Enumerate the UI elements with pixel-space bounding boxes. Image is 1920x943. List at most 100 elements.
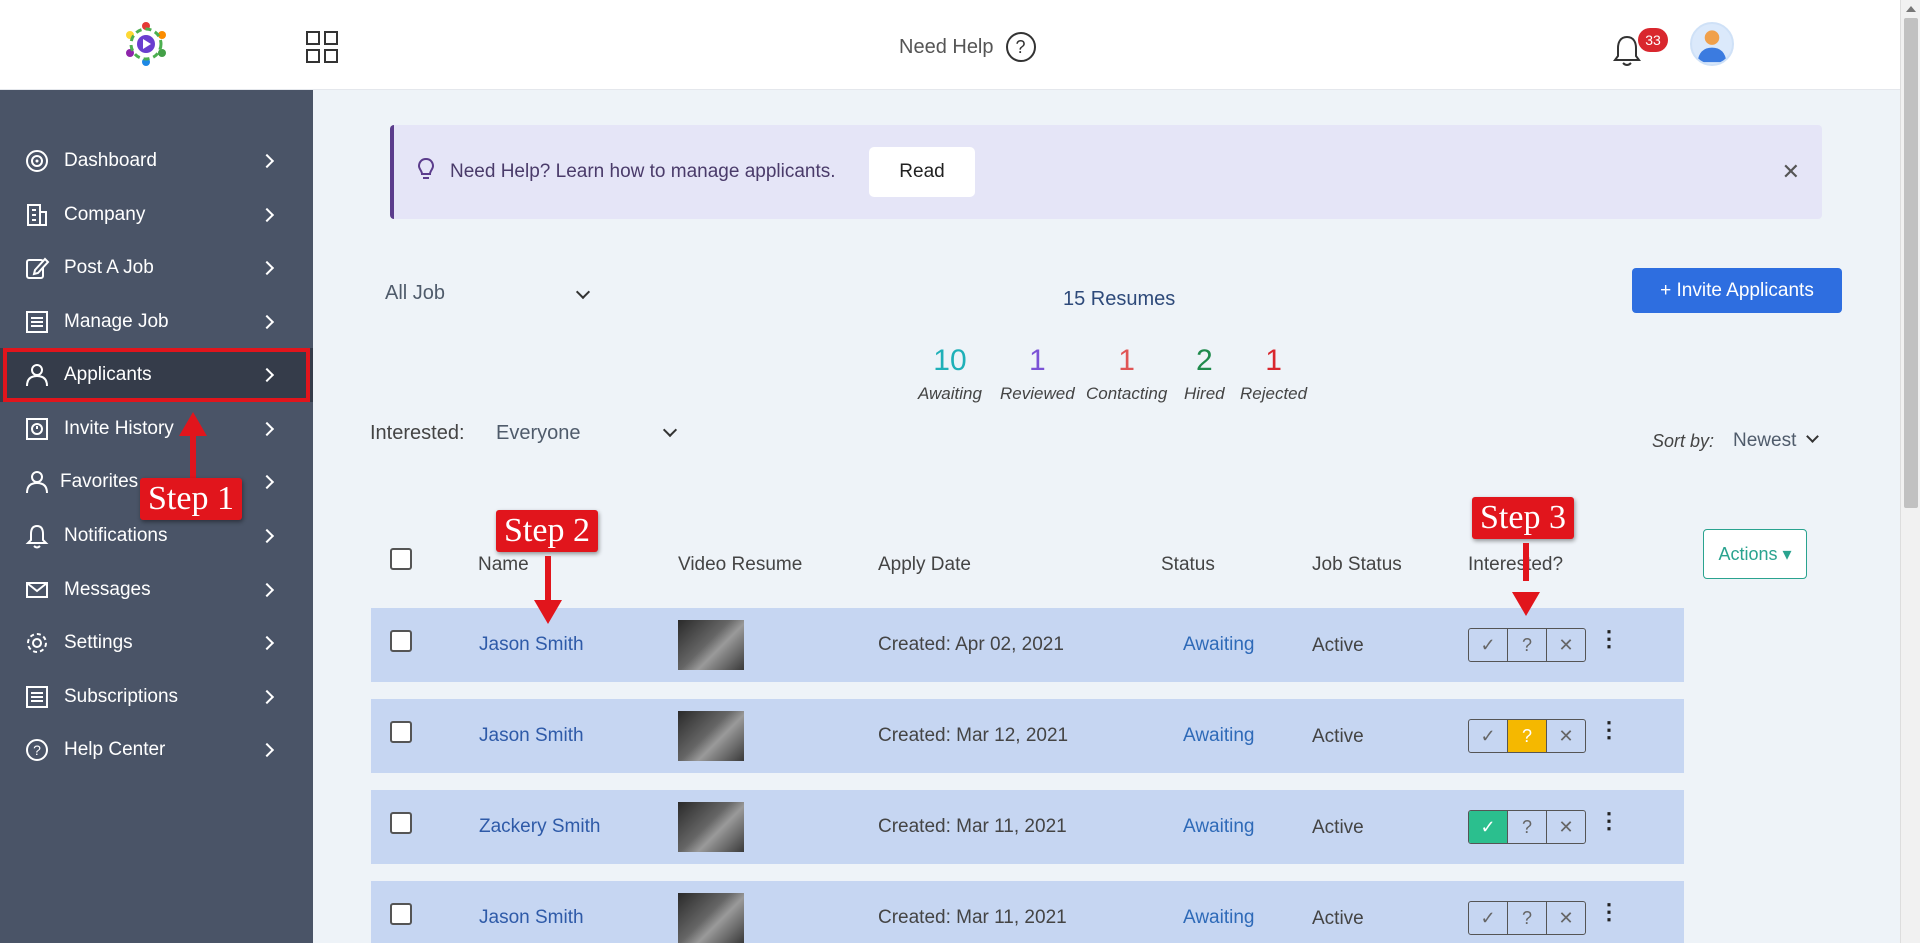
stat-number: 2 — [1195, 344, 1213, 377]
sidebar-item-company[interactable]: Company — [0, 188, 313, 242]
scroll-up-arrow-icon[interactable] — [1906, 6, 1916, 12]
sidebar-item-invite-history[interactable]: Invite History — [0, 402, 313, 456]
sidebar-item-label: Notifications — [64, 525, 168, 546]
row-checkbox[interactable] — [390, 812, 412, 834]
stat-hired[interactable]: 2 Hired — [1184, 344, 1225, 404]
svg-text:?: ? — [33, 742, 41, 758]
row-checkbox[interactable] — [390, 630, 412, 652]
sidebar-item-label: Invite History — [64, 418, 174, 439]
page-scrollbar[interactable] — [1900, 0, 1920, 943]
close-icon[interactable]: ✕ — [1782, 159, 1800, 185]
logo-icon[interactable] — [122, 20, 170, 68]
check-icon[interactable]: ✓ — [1469, 720, 1508, 752]
actions-dropdown-button[interactable]: Actions ▾ — [1703, 529, 1807, 579]
video-resume-thumbnail[interactable] — [678, 711, 744, 761]
apps-grid-icon[interactable] — [306, 31, 338, 63]
table-row[interactable]: Jason Smith Created: Mar 11, 2021 Awaiti… — [371, 881, 1684, 943]
mail-icon — [26, 582, 48, 598]
video-resume-thumbnail[interactable] — [678, 893, 744, 943]
dashboard-icon — [26, 150, 48, 172]
row-checkbox[interactable] — [390, 721, 412, 743]
invite-applicants-button[interactable]: + Invite Applicants — [1632, 268, 1842, 313]
column-header-status[interactable]: Status — [1161, 554, 1215, 576]
chevron-right-icon — [259, 582, 275, 598]
chevron-right-icon — [259, 207, 275, 223]
sidebar-item-subscriptions[interactable]: Subscriptions — [0, 670, 313, 724]
table-row[interactable]: Zackery Smith Created: Mar 11, 2021 Awai… — [371, 790, 1684, 864]
job-status-text: Active — [1312, 726, 1364, 747]
apply-date: Created: Mar 11, 2021 — [878, 816, 1067, 837]
check-icon[interactable]: ✓ — [1469, 902, 1508, 934]
sidebar-item-post-a-job[interactable]: Post A Job — [0, 241, 313, 295]
chevron-right-icon — [259, 635, 275, 651]
x-icon[interactable]: ✕ — [1547, 629, 1585, 661]
column-header-date[interactable]: Apply Date — [878, 554, 971, 576]
chevron-right-icon — [259, 260, 275, 276]
sort-select[interactable]: Newest — [1733, 430, 1796, 452]
video-resume-thumbnail[interactable] — [678, 802, 744, 852]
step2-label: Step 2 — [496, 510, 598, 552]
sidebar-item-settings[interactable]: Settings — [0, 616, 313, 670]
more-options-icon[interactable]: ⋮ — [1598, 626, 1620, 652]
applicant-name-link[interactable]: Jason Smith — [479, 725, 584, 747]
sidebar-item-help-center[interactable]: ? Help Center — [0, 723, 313, 777]
column-header-name[interactable]: Name — [478, 554, 529, 576]
sidebar-item-manage-job[interactable]: Manage Job — [0, 295, 313, 349]
scrollbar-thumb[interactable] — [1904, 18, 1918, 508]
read-button[interactable]: Read — [869, 147, 975, 197]
chevron-right-icon — [259, 742, 275, 758]
x-icon[interactable]: ✕ — [1547, 902, 1585, 934]
stat-label: Contacting — [1086, 384, 1168, 403]
edit-icon — [26, 257, 50, 279]
status-text: Awaiting — [1183, 634, 1255, 655]
more-options-icon[interactable]: ⋮ — [1598, 808, 1620, 834]
interested-filter-select[interactable]: Everyone — [496, 422, 581, 445]
apply-date: Created: Mar 11, 2021 — [878, 907, 1067, 928]
chevron-down-icon[interactable] — [575, 284, 591, 300]
resumes-count: 15 Resumes — [1063, 288, 1176, 310]
column-header-job-status[interactable]: Job Status — [1312, 554, 1402, 576]
applicant-name-link[interactable]: Zackery Smith — [479, 816, 600, 838]
gear-icon — [27, 633, 47, 653]
applicant-name-link[interactable]: Jason Smith — [479, 634, 584, 656]
check-icon[interactable]: ✓ — [1469, 629, 1508, 661]
x-icon[interactable]: ✕ — [1547, 811, 1585, 843]
help-banner: Need Help? Learn how to manage applicant… — [390, 125, 1822, 219]
avatar[interactable] — [1690, 22, 1734, 66]
more-options-icon[interactable]: ⋮ — [1598, 899, 1620, 925]
select-all-checkbox[interactable] — [390, 548, 412, 570]
need-help-link[interactable]: Need Help ? — [899, 32, 1036, 62]
check-icon[interactable]: ✓ — [1469, 811, 1508, 843]
step3-arrow-shaft — [1523, 543, 1529, 581]
question-icon[interactable]: ? — [1508, 720, 1547, 752]
stat-rejected[interactable]: 1 Rejected — [1240, 344, 1307, 404]
chevron-down-icon[interactable] — [662, 422, 678, 438]
more-options-icon[interactable]: ⋮ — [1598, 717, 1620, 743]
stat-contacting[interactable]: 1 Contacting — [1086, 344, 1167, 404]
job-filter-select[interactable]: All Job — [385, 282, 445, 305]
step2-arrow-head — [534, 600, 562, 624]
video-resume-thumbnail[interactable] — [678, 620, 744, 670]
applicant-name-link[interactable]: Jason Smith — [479, 907, 584, 929]
question-icon[interactable]: ? — [1508, 902, 1547, 934]
interested-filter-label: Interested: — [370, 422, 465, 444]
status-text: Awaiting — [1183, 907, 1255, 928]
stat-reviewed[interactable]: 1 Reviewed — [1000, 344, 1075, 404]
question-icon[interactable]: ? — [1508, 629, 1547, 661]
chevron-down-icon[interactable] — [1806, 430, 1819, 443]
table-row[interactable]: Jason Smith Created: Mar 12, 2021 Awaiti… — [371, 699, 1684, 773]
x-icon[interactable]: ✕ — [1547, 720, 1585, 752]
chevron-right-icon — [259, 528, 275, 544]
stat-number: 1 — [1118, 344, 1135, 377]
sidebar-item-dashboard[interactable]: Dashboard — [0, 134, 313, 188]
sidebar-item-messages[interactable]: Messages — [0, 563, 313, 617]
list-icon — [26, 686, 48, 708]
question-icon[interactable]: ? — [1508, 811, 1547, 843]
step1-arrow-shaft — [190, 434, 196, 480]
stat-number: 10 — [933, 344, 967, 377]
row-checkbox[interactable] — [390, 903, 412, 925]
stat-number: 1 — [1265, 344, 1282, 377]
stat-awaiting[interactable]: 10 Awaiting — [918, 344, 982, 404]
table-row[interactable]: Jason Smith Created: Apr 02, 2021 Awaiti… — [371, 608, 1684, 682]
stat-label: Hired — [1184, 384, 1225, 403]
